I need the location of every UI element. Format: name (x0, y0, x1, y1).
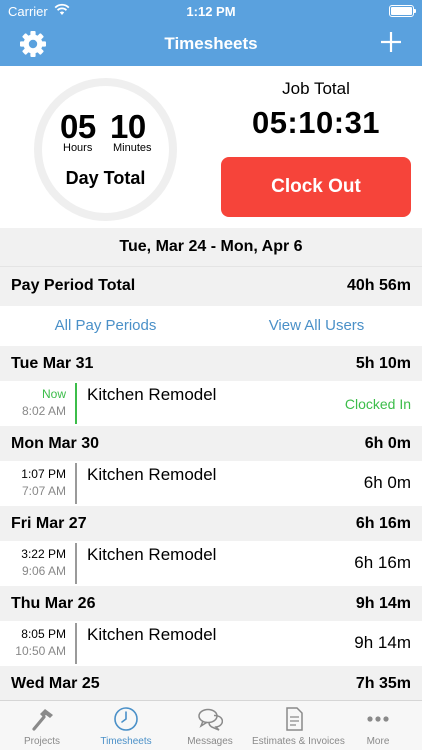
minutes-label: Minutes (113, 142, 152, 154)
status-bar: Carrier 1:12 PM (0, 0, 422, 22)
day-date: Mon Mar 30 (11, 435, 100, 452)
job-total-time: 05:10:31 (251, 105, 381, 140)
status-time: 1:12 PM (186, 4, 236, 19)
active-indicator (75, 383, 77, 424)
tab-more[interactable]: More (336, 701, 420, 750)
tab-timesheets[interactable]: Timesheets (84, 701, 168, 750)
clock-out-button[interactable]: Clock Out (221, 157, 411, 217)
entry-duration: 6h 0m (363, 473, 411, 492)
tab-label: Messages (187, 736, 233, 747)
entry-end-time: 8:02 AM (21, 404, 66, 418)
hours-label: Hours (63, 142, 93, 154)
entry-duration: 6h 16m (354, 553, 411, 572)
day-header: Thu Mar 26 9h 14m (0, 586, 422, 621)
day-date: Fri Mar 27 (11, 515, 87, 532)
chat-bubbles-icon (198, 708, 223, 731)
all-pay-periods-link[interactable]: All Pay Periods (0, 317, 211, 334)
entry-start-time: 1:07 PM (21, 467, 66, 481)
tab-label: Projects (23, 736, 61, 747)
battery-icon (389, 5, 416, 17)
tab-label: Estimates & Invoices (252, 736, 345, 747)
entry-indicator (75, 623, 77, 664)
day-date: Wed Mar 25 (11, 675, 100, 692)
timesheet-entry[interactable]: Now 8:02 AM Kitchen Remodel Clocked In (0, 381, 422, 426)
entry-status: Clocked In (344, 396, 411, 412)
add-icon[interactable] (380, 31, 402, 53)
clock-icon (114, 707, 138, 731)
entry-duration: 9h 14m (354, 633, 411, 652)
entry-end-time: 10:50 AM (15, 644, 66, 658)
entry-project: Kitchen Remodel (87, 465, 217, 484)
tab-projects[interactable]: Projects (0, 701, 84, 750)
timesheet-entry[interactable]: 8:05 PM 10:50 AM Kitchen Remodel 9h 14m (0, 621, 422, 666)
entry-start-time: 8:05 PM (21, 627, 66, 641)
entry-start-time: Now (41, 387, 66, 401)
day-date: Thu Mar 26 (11, 595, 96, 612)
entry-end-time: 7:07 AM (21, 484, 66, 498)
pay-period-total-label: Pay Period Total (11, 277, 136, 294)
hours-value: 05 (60, 108, 96, 145)
entry-project: Kitchen Remodel (87, 385, 217, 404)
day-total-ring (34, 78, 177, 221)
day-total: 5h 10m (355, 355, 411, 372)
tab-estimates-invoices[interactable]: Estimates & Invoices (252, 701, 345, 750)
timesheet-entry[interactable]: 1:07 PM 7:07 AM Kitchen Remodel 6h 0m (0, 461, 422, 506)
tab-bar: Projects Timesheets Messages Estimates &… (0, 700, 422, 750)
entry-project: Kitchen Remodel (87, 625, 217, 644)
header: Carrier 1:12 PM Timesheets (0, 0, 422, 66)
tab-messages[interactable]: Messages (168, 701, 252, 750)
day-header: Tue Mar 31 5h 10m (0, 346, 422, 381)
entry-project: Kitchen Remodel (87, 545, 217, 564)
document-icon (286, 707, 303, 731)
pay-period-range: Tue, Mar 24 - Mon, Apr 6 (0, 228, 422, 266)
more-dots-icon (367, 716, 389, 722)
day-date: Tue Mar 31 (11, 355, 94, 372)
day-total-label: Day Total (65, 168, 146, 188)
tab-label: Timesheets (100, 736, 152, 747)
job-total-label: Job Total (282, 79, 350, 98)
tab-label: More (366, 736, 390, 747)
minutes-value: 10 (110, 108, 146, 145)
entry-start-time: 3:22 PM (21, 547, 66, 561)
day-header: Fri Mar 27 6h 16m (0, 506, 422, 541)
day-total: 6h 16m (355, 515, 411, 532)
day-header: Wed Mar 25 7h 35m (0, 666, 422, 701)
page-title: Timesheets (164, 34, 258, 53)
pay-period-total-value: 40h 56m (346, 277, 411, 294)
entry-indicator (75, 543, 77, 584)
day-total: 6h 0m (364, 435, 411, 452)
day-total: 7h 35m (355, 675, 411, 692)
hammer-icon (32, 709, 53, 731)
timesheet-entry[interactable]: 3:22 PM 9:06 AM Kitchen Remodel 6h 16m (0, 541, 422, 586)
day-header: Mon Mar 30 6h 0m (0, 426, 422, 461)
entry-indicator (75, 463, 77, 504)
view-all-users-link[interactable]: View All Users (211, 317, 422, 334)
period-links: All Pay Periods View All Users (0, 306, 422, 346)
entry-end-time: 9:06 AM (21, 564, 66, 578)
pay-period-total-row: Pay Period Total 40h 56m (0, 266, 422, 306)
day-total: 9h 14m (355, 595, 411, 612)
clock-summary: 05 10 Hours Minutes Day Total Job Total … (0, 66, 422, 228)
nav-bar: Timesheets (0, 22, 422, 66)
